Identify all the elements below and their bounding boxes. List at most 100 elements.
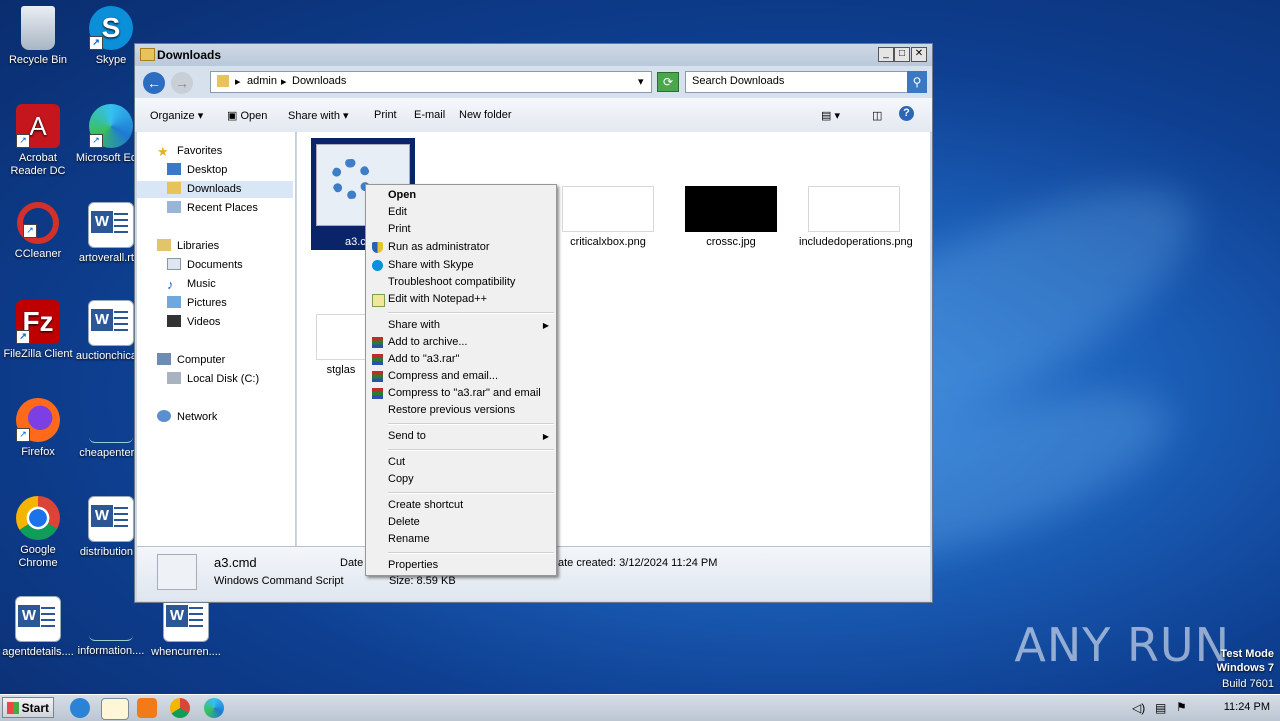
share-with-button[interactable]: Share with ▾ xyxy=(288,109,349,122)
nav-documents[interactable]: Documents xyxy=(167,257,243,274)
details-size: Size: 8.59 KB xyxy=(389,575,456,587)
desktop-icon-firefox[interactable]: ↗ Firefox xyxy=(0,398,76,459)
menu-item-add-to-rar[interactable]: Add to "a3.rar" xyxy=(367,351,555,368)
menu-item-run-as-admin[interactable]: Run as administrator xyxy=(367,239,555,256)
menu-item-restore-versions[interactable]: Restore previous versions xyxy=(367,402,555,419)
breadcrumb-downloads[interactable]: Downloads xyxy=(292,75,346,87)
action-center-flag-icon[interactable]: ⚑ xyxy=(1176,700,1187,714)
desktop-icon-label: Recycle Bin xyxy=(8,54,68,66)
clock[interactable]: 11:24 PM xyxy=(1224,701,1270,713)
open-button[interactable]: ▣ Open xyxy=(227,109,267,122)
disk-icon xyxy=(167,372,181,384)
print-button[interactable]: Print xyxy=(374,109,397,121)
nav-pictures[interactable]: Pictures xyxy=(167,295,227,312)
desktop-icon-information[interactable]: information.... xyxy=(73,596,149,658)
explorer-taskbar-icon[interactable] xyxy=(101,698,129,720)
desktop-icon-acrobat[interactable]: A ↗ Acrobat Reader DC xyxy=(0,104,76,178)
chevron-right-icon[interactable]: ▸ xyxy=(235,75,241,88)
image-thumbnail xyxy=(562,186,654,232)
menu-item-share-skype[interactable]: Share with Skype xyxy=(367,257,555,274)
details-date-created: ate created: 3/12/2024 11:24 PM xyxy=(558,557,718,569)
edge-icon[interactable] xyxy=(204,698,224,718)
acrobat-icon: A ↗ xyxy=(16,104,60,148)
skype-icon xyxy=(372,260,383,271)
title-bar[interactable]: Downloads _ □ ✕ xyxy=(135,44,932,66)
build-label: Build 7601 xyxy=(1222,678,1274,690)
desktop-icon-whencurren[interactable]: W whencurren.... xyxy=(148,596,224,659)
nav-downloads[interactable]: Downloads xyxy=(137,181,293,198)
file-item-criticalxbox[interactable]: criticalxbox.png xyxy=(553,186,663,248)
menu-item-troubleshoot[interactable]: Troubleshoot compatibility xyxy=(367,274,555,291)
navigation-pane: ★ Favorites Desktop Downloads Recent Plac… xyxy=(137,132,296,546)
menu-item-delete[interactable]: Delete xyxy=(367,514,555,531)
menu-item-print[interactable]: Print xyxy=(367,221,555,238)
menu-item-edit[interactable]: Edit xyxy=(367,204,555,221)
nav-local-disk[interactable]: Local Disk (C:) xyxy=(167,371,259,388)
nav-recent-places[interactable]: Recent Places xyxy=(167,200,258,217)
winrar-icon xyxy=(372,337,383,348)
nav-music[interactable]: ♪ Music xyxy=(167,276,216,293)
desktop-icon-ccleaner[interactable]: ↗ CCleaner xyxy=(0,202,76,261)
firefox-icon: ↗ xyxy=(16,398,60,442)
breadcrumb-admin[interactable]: admin xyxy=(247,75,277,87)
nav-libraries[interactable]: Libraries xyxy=(157,238,219,255)
volume-icon[interactable]: ◁) xyxy=(1132,701,1145,715)
chevron-down-icon[interactable]: ▾ xyxy=(638,75,644,88)
file-item-includedoperations[interactable]: includedoperations.png xyxy=(799,186,913,248)
desktop-icon-agentdetails[interactable]: W agentdetails.... xyxy=(0,596,76,659)
chevron-right-icon[interactable]: ▸ xyxy=(281,75,287,88)
os-name-label: Windows 7 xyxy=(1216,662,1274,674)
menu-item-rename[interactable]: Rename xyxy=(367,531,555,548)
preview-pane-icon[interactable]: ◫ xyxy=(872,109,882,122)
nav-network[interactable]: Network xyxy=(157,409,217,426)
organize-button[interactable]: Organize ▾ xyxy=(150,109,203,122)
new-folder-button[interactable]: New folder xyxy=(459,109,512,121)
nav-computer[interactable]: Computer xyxy=(157,352,225,369)
menu-item-create-shortcut[interactable]: Create shortcut xyxy=(367,497,555,514)
windows-logo-icon xyxy=(7,702,19,714)
search-input[interactable]: Search Downloads xyxy=(685,71,909,93)
command-bar: Organize ▾ ▣ Open Share with ▾ Print E-m… xyxy=(135,98,932,133)
menu-item-send-to[interactable]: Send to ▶ xyxy=(367,428,555,445)
back-button[interactable]: ← xyxy=(143,72,165,94)
chrome-icon[interactable] xyxy=(170,698,190,718)
media-player-icon[interactable] xyxy=(137,698,157,718)
nav-desktop[interactable]: Desktop xyxy=(167,162,227,179)
menu-item-copy[interactable]: Copy xyxy=(367,471,555,488)
submenu-arrow-icon: ▶ xyxy=(542,321,549,330)
uac-shield-icon xyxy=(372,242,383,253)
forward-button[interactable]: → xyxy=(171,72,193,94)
desktop-icon-recycle-bin[interactable]: Recycle Bin xyxy=(0,6,76,67)
view-options-icon[interactable]: ▤ ▾ xyxy=(821,109,840,122)
minimize-button[interactable]: _ xyxy=(878,47,894,62)
menu-item-open[interactable]: Open xyxy=(367,187,555,204)
desktop-icon-filezilla[interactable]: Fz ↗ FileZilla Client xyxy=(0,300,76,361)
menu-item-notepad-plus[interactable]: Edit with Notepad++ xyxy=(367,291,555,308)
nav-videos[interactable]: Videos xyxy=(167,314,220,331)
maximize-button[interactable]: □ xyxy=(894,47,910,62)
close-button[interactable]: ✕ xyxy=(911,47,927,62)
file-item-stglass[interactable]: stglas xyxy=(311,314,371,376)
desktop-icon xyxy=(167,163,181,175)
details-file-name: a3.cmd xyxy=(214,555,257,570)
network-status-icon[interactable]: ▤ xyxy=(1155,701,1166,715)
menu-item-share-with[interactable]: Share with ▶ xyxy=(367,317,555,334)
search-icon[interactable]: ⚲ xyxy=(907,71,927,93)
window-title: Downloads xyxy=(157,48,222,62)
library-icon xyxy=(157,239,171,251)
menu-item-compress-rar-email[interactable]: Compress to "a3.rar" and email xyxy=(367,385,555,402)
email-button[interactable]: E-mail xyxy=(414,109,445,121)
nav-favorites[interactable]: ★ Favorites xyxy=(157,143,222,160)
file-item-crossc[interactable]: crossc.jpg xyxy=(676,186,786,248)
desktop-icon-chrome[interactable]: Google Chrome xyxy=(0,496,76,570)
menu-item-add-to-archive[interactable]: Add to archive... xyxy=(367,334,555,351)
address-box[interactable]: ▸ admin ▸ Downloads ▾ xyxy=(210,71,652,93)
help-icon[interactable]: ? xyxy=(899,106,914,121)
ccleaner-icon: ↗ xyxy=(17,202,59,244)
start-button[interactable]: Start xyxy=(2,697,54,718)
refresh-button[interactable]: ⟳ xyxy=(657,72,679,92)
internet-explorer-icon[interactable] xyxy=(70,698,90,718)
menu-item-properties[interactable]: Properties xyxy=(367,557,555,574)
menu-item-compress-email[interactable]: Compress and email... xyxy=(367,368,555,385)
menu-item-cut[interactable]: Cut xyxy=(367,454,555,471)
